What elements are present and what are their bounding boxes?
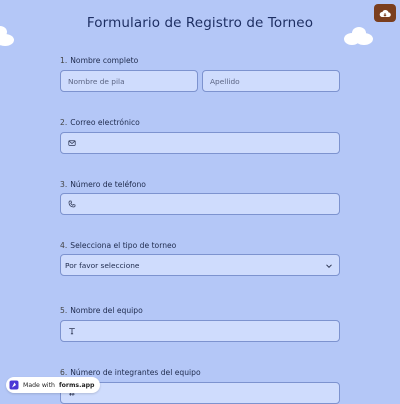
first-name-input[interactable]: Nombre de pila bbox=[60, 70, 198, 92]
question-number: 5. bbox=[60, 306, 68, 315]
question-label-tournament-type: 4. Selecciona el tipo de torneo bbox=[60, 241, 176, 250]
email-input[interactable] bbox=[60, 132, 340, 154]
question-text: Correo electrónico bbox=[70, 118, 140, 127]
team-name-input[interactable] bbox=[60, 320, 340, 342]
question-label-full-name: 1. Nombre completo bbox=[60, 56, 138, 65]
forms-app-logo-icon bbox=[9, 380, 19, 390]
question-text: Nombre del equipo bbox=[70, 306, 143, 315]
question-text: Selecciona el tipo de torneo bbox=[70, 241, 177, 250]
last-name-placeholder: Apellido bbox=[210, 76, 240, 86]
team-size-input[interactable] bbox=[60, 382, 340, 404]
question-text: Número de integrantes del equipo bbox=[70, 368, 201, 377]
tournament-type-selected-value: Por favor seleccione bbox=[65, 260, 140, 270]
question-number: 4. bbox=[60, 241, 68, 250]
question-label-team-size: 6. Número de integrantes del equipo bbox=[60, 368, 201, 377]
question-number: 1. bbox=[60, 56, 68, 65]
badge-brand: forms.app bbox=[58, 381, 95, 389]
phone-icon bbox=[68, 200, 76, 208]
tournament-type-select[interactable]: Por favor seleccione bbox=[60, 254, 340, 276]
question-number: 6. bbox=[60, 368, 68, 377]
question-label-phone: 3. Número de teléfono bbox=[60, 180, 146, 189]
made-with-forms-app-badge[interactable]: Made with forms.app bbox=[6, 377, 101, 393]
question-number: 3. bbox=[60, 180, 68, 189]
phone-input[interactable] bbox=[60, 193, 340, 215]
question-number: 2. bbox=[60, 118, 68, 127]
form-title: Formulario de Registro de Torneo bbox=[86, 15, 314, 31]
envelope-icon bbox=[68, 140, 76, 146]
first-name-placeholder: Nombre de pila bbox=[68, 76, 125, 86]
chevron-down-icon bbox=[326, 264, 332, 269]
question-text: Nombre completo bbox=[70, 56, 139, 65]
question-text: Número de teléfono bbox=[70, 180, 146, 189]
badge-prefix: Made with bbox=[23, 381, 55, 389]
question-label-email: 2. Correo electrónico bbox=[60, 118, 140, 127]
last-name-input[interactable]: Apellido bbox=[202, 70, 340, 92]
question-label-team-name: 5. Nombre del equipo bbox=[60, 306, 143, 315]
text-t-icon bbox=[69, 328, 75, 335]
